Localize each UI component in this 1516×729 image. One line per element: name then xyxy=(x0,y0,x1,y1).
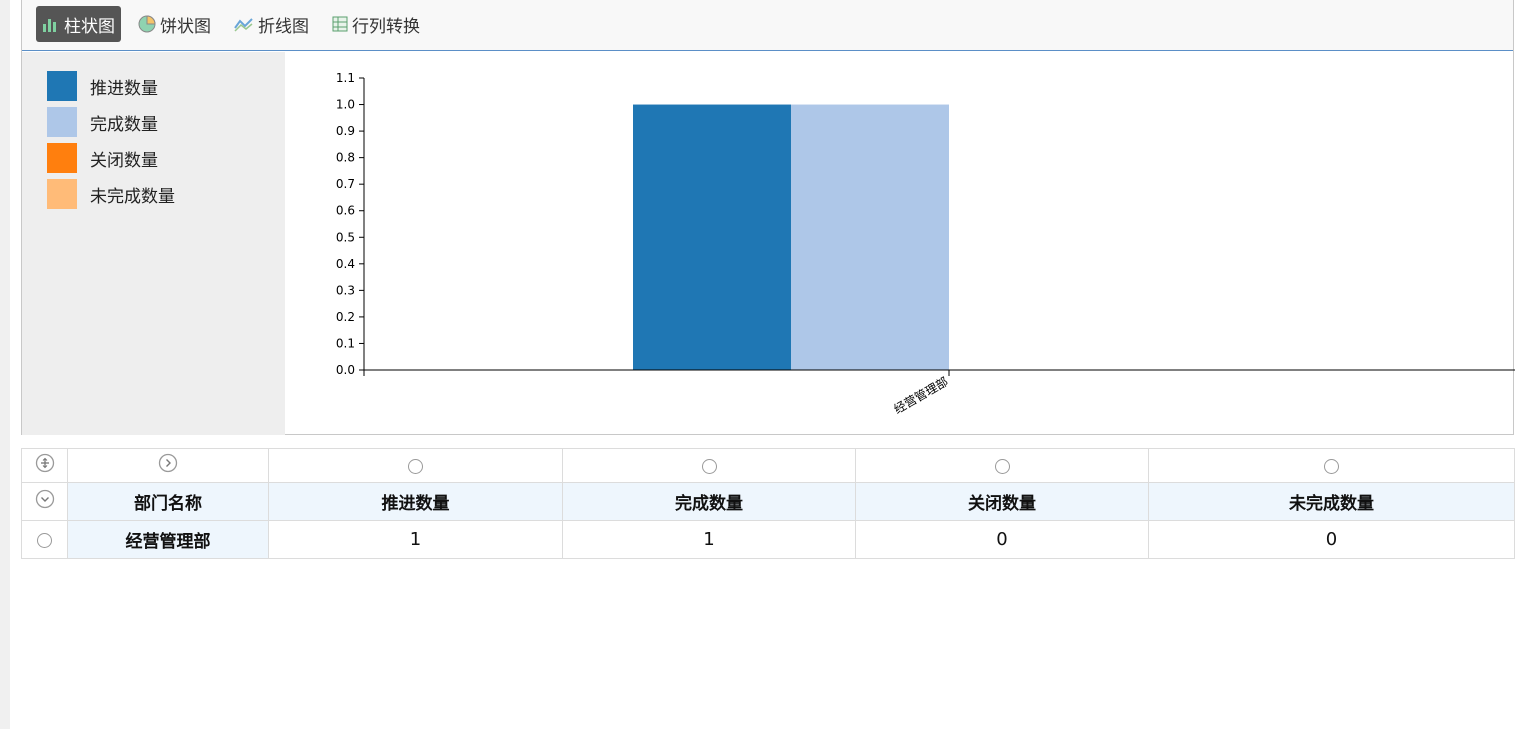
y-tick-label: 0.3 xyxy=(336,283,355,297)
chevron-down-icon[interactable] xyxy=(35,489,55,509)
bar-chart-button[interactable]: 柱状图 xyxy=(36,6,121,42)
pie-chart-button[interactable]: 饼状图 xyxy=(132,6,217,42)
chart-panel: 柱状图 饼状图 折线图 行列转换 推进数量 完成数量 关闭数量 未完成数量 0.… xyxy=(21,0,1515,435)
column-select-radio[interactable] xyxy=(994,458,1010,474)
table-cell: 0 xyxy=(1148,520,1515,559)
row-select-radio[interactable] xyxy=(37,532,52,548)
legend-item[interactable]: 未完成数量 xyxy=(47,179,175,209)
chart-legend: 推进数量 完成数量 关闭数量 未完成数量 xyxy=(22,52,285,435)
bar-chart: 0.0 0.1 0.2 0.3 0.4 0.5 0.6 0.7 0.8 0.9 1.0 1.1 经营管理… xyxy=(336,71,1515,417)
column-select-radio[interactable] xyxy=(408,458,423,474)
y-tick-label: 0.8 xyxy=(336,151,355,165)
data-table: 部门名称 推进数量 完成数量 关闭数量 未完成数量 经营管理部 1 1 0 0 xyxy=(21,448,1515,559)
bar xyxy=(791,104,949,370)
legend-swatch xyxy=(47,143,77,173)
legend-item[interactable]: 完成数量 xyxy=(47,107,158,137)
table-cell: 1 xyxy=(562,520,856,559)
table-tool-cell xyxy=(67,448,269,483)
table-tools-row xyxy=(21,448,1515,483)
table-cell: 0 xyxy=(855,520,1149,559)
column-select-radio[interactable] xyxy=(701,458,717,474)
table-header-row: 部门名称 推进数量 完成数量 关闭数量 未完成数量 xyxy=(21,482,1515,521)
table-row[interactable]: 经营管理部 1 1 0 0 xyxy=(21,520,1515,559)
y-tick-label: 0.2 xyxy=(336,310,355,324)
left-gutter xyxy=(0,0,10,729)
y-tick-label: 0.9 xyxy=(336,124,355,138)
legend-swatch xyxy=(47,107,77,137)
pie-chart-label: 饼状图 xyxy=(160,16,211,37)
transpose-icon xyxy=(332,16,348,32)
y-tick-label: 1.1 xyxy=(336,71,355,85)
legend-item[interactable]: 推进数量 xyxy=(47,71,158,101)
legend-item[interactable]: 关闭数量 xyxy=(47,143,158,173)
y-tick-label: 0.0 xyxy=(336,363,355,377)
table-tool-cell xyxy=(855,448,1149,483)
column-header[interactable]: 完成数量 xyxy=(562,482,856,521)
table-cell: 经营管理部 xyxy=(67,520,269,559)
legend-label: 推进数量 xyxy=(90,78,158,99)
line-chart-icon xyxy=(234,18,253,32)
legend-label: 完成数量 xyxy=(90,114,158,135)
legend-label: 未完成数量 xyxy=(90,186,175,207)
pie-chart-icon xyxy=(138,15,156,33)
table-tool-cell xyxy=(268,448,563,483)
line-chart-button[interactable]: 折线图 xyxy=(228,6,315,42)
y-tick-label: 0.1 xyxy=(336,336,355,350)
expand-all-icon[interactable] xyxy=(35,453,55,473)
legend-swatch xyxy=(47,71,77,101)
table-header-cell xyxy=(21,482,68,521)
chart-toolbar: 柱状图 饼状图 折线图 行列转换 xyxy=(22,0,1513,51)
column-header[interactable]: 关闭数量 xyxy=(855,482,1149,521)
table-tool-cell xyxy=(21,448,68,483)
bar-chart-icon xyxy=(43,19,56,32)
line-chart-label: 折线图 xyxy=(258,16,309,37)
column-header[interactable]: 部门名称 xyxy=(67,482,269,521)
y-tick-label: 0.7 xyxy=(336,177,355,191)
transpose-button[interactable]: 行列转换 xyxy=(326,6,426,42)
transpose-label: 行列转换 xyxy=(352,16,420,37)
y-tick-label: 0.6 xyxy=(336,204,355,218)
row-select-cell xyxy=(21,520,68,559)
table-tool-cell xyxy=(562,448,856,483)
bar-chart-label: 柱状图 xyxy=(64,16,115,37)
table-tool-cell xyxy=(1148,448,1515,483)
x-tick-label: 经营管理部 xyxy=(891,374,950,417)
y-tick-label: 1.0 xyxy=(336,98,355,112)
bar xyxy=(633,104,791,370)
column-header[interactable]: 推进数量 xyxy=(268,482,563,521)
legend-swatch xyxy=(47,179,77,209)
legend-label: 关闭数量 xyxy=(90,150,158,171)
column-select-radio[interactable] xyxy=(1324,458,1339,474)
table-cell: 1 xyxy=(268,520,563,559)
column-header[interactable]: 未完成数量 xyxy=(1148,482,1515,521)
chevron-right-icon[interactable] xyxy=(158,453,178,473)
y-tick-label: 0.4 xyxy=(336,257,355,271)
y-tick-label: 0.5 xyxy=(336,230,355,244)
